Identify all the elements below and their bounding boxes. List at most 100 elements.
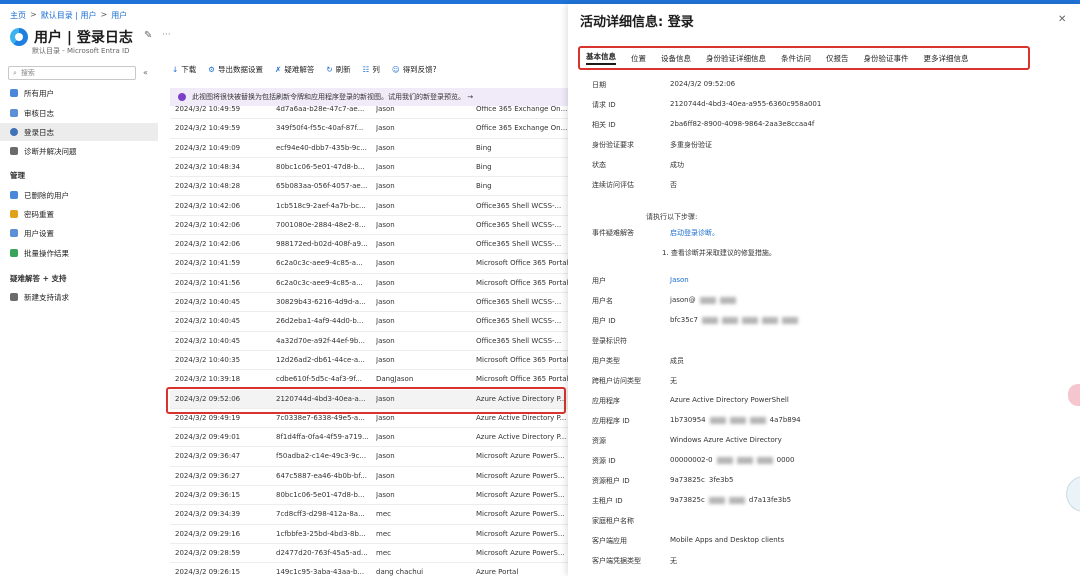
table-row[interactable]: 2024/3/2 09:26:15 149c1c95-3aba-43aa-b...… <box>170 563 570 576</box>
table-row[interactable]: 2024/3/2 10:49:59 4d7a6aa-b28e-47c7-ae...… <box>170 106 570 120</box>
redacted-block <box>781 316 798 324</box>
sidebar-item-bulk-results[interactable]: 批量操作结果 <box>0 244 158 262</box>
redacted-block <box>708 496 725 504</box>
table-row[interactable]: 2024/3/2 10:40:45 4a32d70e-a92f-44ef-9b..… <box>170 332 570 351</box>
detail-value-text: Mobile Apps and Desktop clients <box>670 536 785 544</box>
tab-1[interactable]: 位置 <box>631 53 646 64</box>
table-row[interactable]: 2024/3/2 10:48:28 65b083aa-056f-4057-ae..… <box>170 177 570 197</box>
tab-4[interactable]: 条件访问 <box>781 53 811 64</box>
cell-user: mec <box>376 529 391 538</box>
detail-value: 9a73825c d7a13fe3b5 <box>670 496 791 504</box>
download-button[interactable]: ↓ 下载 <box>172 64 196 75</box>
table-row[interactable]: 2024/3/2 10:42:06 988172ed-b02d-408f-a9..… <box>170 235 570 255</box>
columns-icon: ☷ <box>362 65 370 74</box>
table-row[interactable]: 2024/3/2 10:40:35 12d26ad2-db61-44ce-a...… <box>170 351 570 371</box>
cell-application: Office365 Shell WCSS-... <box>476 201 562 210</box>
table-row[interactable]: 2024/3/2 10:41:59 6c2a0c3c-aee9-4c85-a...… <box>170 254 570 274</box>
cell-application: Office 365 Exchange On... <box>476 124 568 133</box>
sidebar-section-manage: 管理 <box>10 171 25 180</box>
detail-value-text: 2024/3/2 09:52:06 <box>670 80 736 88</box>
detail-value: 多重身份验证 <box>670 140 712 150</box>
table-row[interactable]: 2024/3/2 10:49:09 ecf94e40-dbb7-435b-9c..… <box>170 139 570 158</box>
detail-value: Azure Active Directory PowerShell <box>670 396 789 404</box>
troubleshoot-button[interactable]: ✗ 疑难解答 <box>275 64 314 75</box>
detail-value[interactable]: 启动登录诊断。 <box>670 228 719 238</box>
cell-user: Jason <box>376 355 395 364</box>
table-row[interactable]: 2024/3/2 09:36:15 80bc1c06-5e01-47d8-b...… <box>170 486 570 506</box>
tab-0[interactable]: 基本信息 <box>586 51 616 65</box>
cell-date: 2024/3/2 10:40:35 <box>175 355 241 364</box>
detail-value-text: Azure Active Directory PowerShell <box>670 396 789 404</box>
export-settings-button[interactable]: ⚙ 导出数据设置 <box>208 64 263 75</box>
cell-request-id: 12d26ad2-db61-44ce-a... <box>276 355 365 364</box>
sidebar-item-sign-in-logs[interactable]: 登录日志 <box>0 123 158 141</box>
breadcrumb-users[interactable]: 用户 <box>111 10 127 21</box>
detail-label: 客户端应用 <box>592 537 627 545</box>
table-row[interactable]: 2024/3/2 09:49:01 8f1d4ffa-0fa4-4f59-a719… <box>170 428 570 448</box>
preview-banner[interactable]: 此视图将很快被替换为包括刷新令牌和应用程序登录的新视图。试用我们的新登录预览。 … <box>170 88 570 106</box>
sidebar-item-new-support-request[interactable]: 新建支持请求 <box>0 288 158 306</box>
table-row[interactable]: 2024/3/2 10:42:06 7001080e-2884-48e2-8...… <box>170 216 570 236</box>
cell-application: Office365 Shell WCSS-... <box>476 240 562 249</box>
detail-value: jason@ <box>670 296 736 304</box>
tab-6[interactable]: 身份验证事件 <box>864 53 909 64</box>
cell-request-id: 149c1c95-3aba-43aa-b... <box>276 568 365 576</box>
close-icon[interactable]: ✕ <box>1058 14 1066 25</box>
sidebar-item-user-settings[interactable]: 用户设置 <box>0 224 158 242</box>
detail-value[interactable]: Jason <box>670 276 689 284</box>
cell-request-id: 1cfbbfe3-25bd-4bd3-8b... <box>276 529 366 538</box>
redacted-block <box>719 296 736 304</box>
tab-5[interactable]: 仅报告 <box>826 53 849 64</box>
cell-request-id: 80bc1c06-5e01-47d8-b... <box>276 162 365 171</box>
tab-2[interactable]: 设备信息 <box>661 53 691 64</box>
cell-application: Microsoft Azure PowerS... <box>476 510 565 519</box>
button-label: 刷新 <box>335 65 351 74</box>
detail-label: 事件疑难解答 <box>592 229 634 237</box>
sidebar-item-audit-logs[interactable]: 审核日志 <box>0 104 158 122</box>
columns-button[interactable]: ☷ 列 <box>363 64 380 75</box>
detail-label: 连续访问评估 <box>592 181 634 189</box>
search-input[interactable]: ⌕ 搜索 <box>8 66 136 80</box>
cell-request-id: 7cd8cff3-d298-412a-8a... <box>276 510 365 519</box>
panel-tabs: 基本信息 位置 设备信息 身份验证详细信息 条件访问 仅报告 身份验证事件 更多详细信息 <box>578 46 1030 70</box>
cell-request-id: 6c2a0c3c-aee9-4c85-a... <box>276 278 363 287</box>
tab-7[interactable]: 更多详细信息 <box>924 53 969 64</box>
tab-3[interactable]: 身份验证详细信息 <box>706 53 766 64</box>
detail-value: 2ba6ff82-8900-4098-9864-2aa3e8ccaa4f <box>670 120 814 128</box>
pin-icon[interactable]: ✎ <box>144 30 152 41</box>
cell-date: 2024/3/2 10:41:59 <box>175 259 241 268</box>
sidebar-item-label: 审核日志 <box>24 108 54 118</box>
cell-application: Office365 Shell WCSS-... <box>476 336 562 345</box>
sidebar-item-all-users[interactable]: 所有用户 <box>0 84 158 102</box>
sidebar-item-deleted-users[interactable]: 已删除的用户 <box>0 186 158 204</box>
sidebar-item-diagnose[interactable]: 诊断并解决问题 <box>0 142 158 160</box>
floating-assistant-tab[interactable] <box>1068 384 1080 406</box>
table-row[interactable]: 2024/3/2 09:36:27 647c5887-ea46-4b0b-bf..… <box>170 467 570 486</box>
table-row[interactable]: 2024/3/2 10:42:06 1cb518c9-2aef-4a7b-bc..… <box>170 197 570 216</box>
breadcrumb-home[interactable]: 主页 <box>10 10 26 21</box>
table-row[interactable]: 2024/3/2 10:40:45 30829b43-6216-4d9d-a...… <box>170 293 570 313</box>
cell-user: DangJason <box>376 375 414 384</box>
redacted-block <box>721 316 738 324</box>
detail-value-text: 00000002-0 <box>670 456 713 464</box>
refresh-button[interactable]: ↻ 刷新 <box>326 64 350 75</box>
cell-request-id: 80bc1c06-5e01-47d8-b... <box>276 491 365 499</box>
cell-date: 2024/3/2 10:40:45 <box>175 336 241 345</box>
support-icon <box>10 293 18 301</box>
table-row[interactable]: 2024/3/2 09:36:47 f50adba2-c14e-49c3-9c..… <box>170 447 570 467</box>
table-row[interactable]: 2024/3/2 09:34:39 7cd8cff3-d298-412a-8a..… <box>170 505 570 525</box>
sidebar-item-password-reset[interactable]: 密码重置 <box>0 205 158 223</box>
breadcrumb-directory[interactable]: 默认目录 | 用户 <box>41 10 97 21</box>
feedback-button[interactable]: ☺ 得到反馈? <box>392 64 437 75</box>
table-row[interactable]: 2024/3/2 10:48:34 80bc1c06-5e01-47d8-b...… <box>170 158 570 178</box>
detail-label: 身份验证要求 <box>592 141 634 149</box>
table-row[interactable]: 2024/3/2 10:40:45 26d2eba1-4af9-44d0-b...… <box>170 312 570 332</box>
more-icon[interactable]: ··· <box>162 30 171 40</box>
table-row[interactable]: 2024/3/2 09:29:16 1cfbbfe3-25bd-4bd3-8b..… <box>170 525 570 544</box>
table-row[interactable]: 2024/3/2 10:49:59 349f50f4-f55c-40af-87f.… <box>170 119 570 139</box>
collapse-sidebar-icon[interactable]: « <box>143 68 148 77</box>
redacted-block <box>749 416 766 424</box>
cell-user: Jason <box>376 471 395 480</box>
table-row[interactable]: 2024/3/2 09:28:59 d2477d20-763f-45a5-ad..… <box>170 544 570 564</box>
table-row[interactable]: 2024/3/2 10:41:56 6c2a0c3c-aee9-4c85-a...… <box>170 274 570 293</box>
